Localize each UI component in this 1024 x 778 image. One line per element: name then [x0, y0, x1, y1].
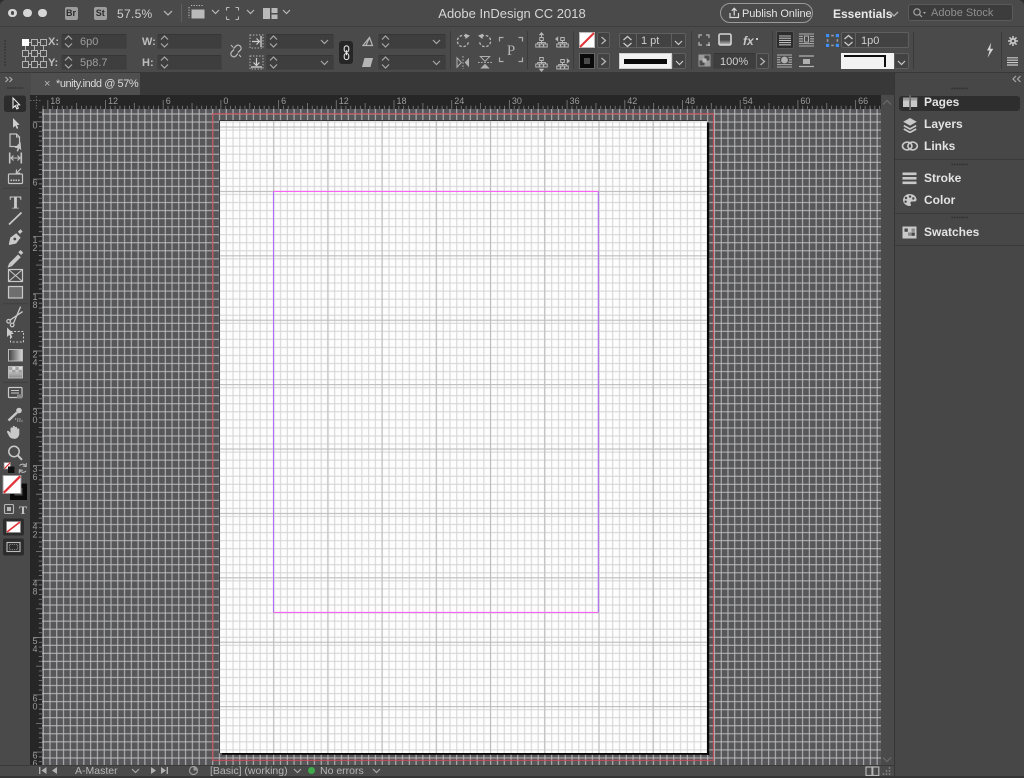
svg-text:6: 6: [281, 96, 286, 106]
svg-text:54: 54: [743, 96, 753, 106]
svg-text:18: 18: [33, 292, 38, 310]
svg-text:T: T: [9, 193, 21, 213]
svg-text:18: 18: [50, 96, 60, 106]
svg-text:66: 66: [33, 751, 38, 765]
svg-text:36: 36: [570, 96, 580, 106]
svg-text:54: 54: [33, 636, 38, 654]
svg-text:0: 0: [223, 96, 228, 106]
svg-text:12: 12: [33, 235, 38, 253]
svg-text:42: 42: [33, 521, 38, 539]
svg-text:24: 24: [454, 96, 464, 106]
svg-text:36: 36: [33, 464, 38, 482]
svg-text:12: 12: [108, 96, 118, 106]
svg-text:48: 48: [685, 96, 695, 106]
svg-text:30: 30: [512, 96, 522, 106]
svg-text:T: T: [19, 503, 27, 517]
svg-text:18: 18: [397, 96, 407, 106]
svg-text:0: 0: [33, 120, 38, 130]
svg-text:12: 12: [339, 96, 349, 106]
svg-text:6: 6: [166, 96, 171, 106]
svg-text:6: 6: [33, 178, 38, 188]
svg-text:48: 48: [33, 579, 38, 597]
svg-text:66: 66: [858, 96, 868, 106]
svg-text:60: 60: [800, 96, 810, 106]
svg-text:30: 30: [33, 407, 38, 425]
svg-text:24: 24: [33, 350, 38, 368]
svg-text:60: 60: [33, 693, 38, 711]
svg-text:42: 42: [627, 96, 637, 106]
svg-text:P: P: [507, 43, 515, 59]
